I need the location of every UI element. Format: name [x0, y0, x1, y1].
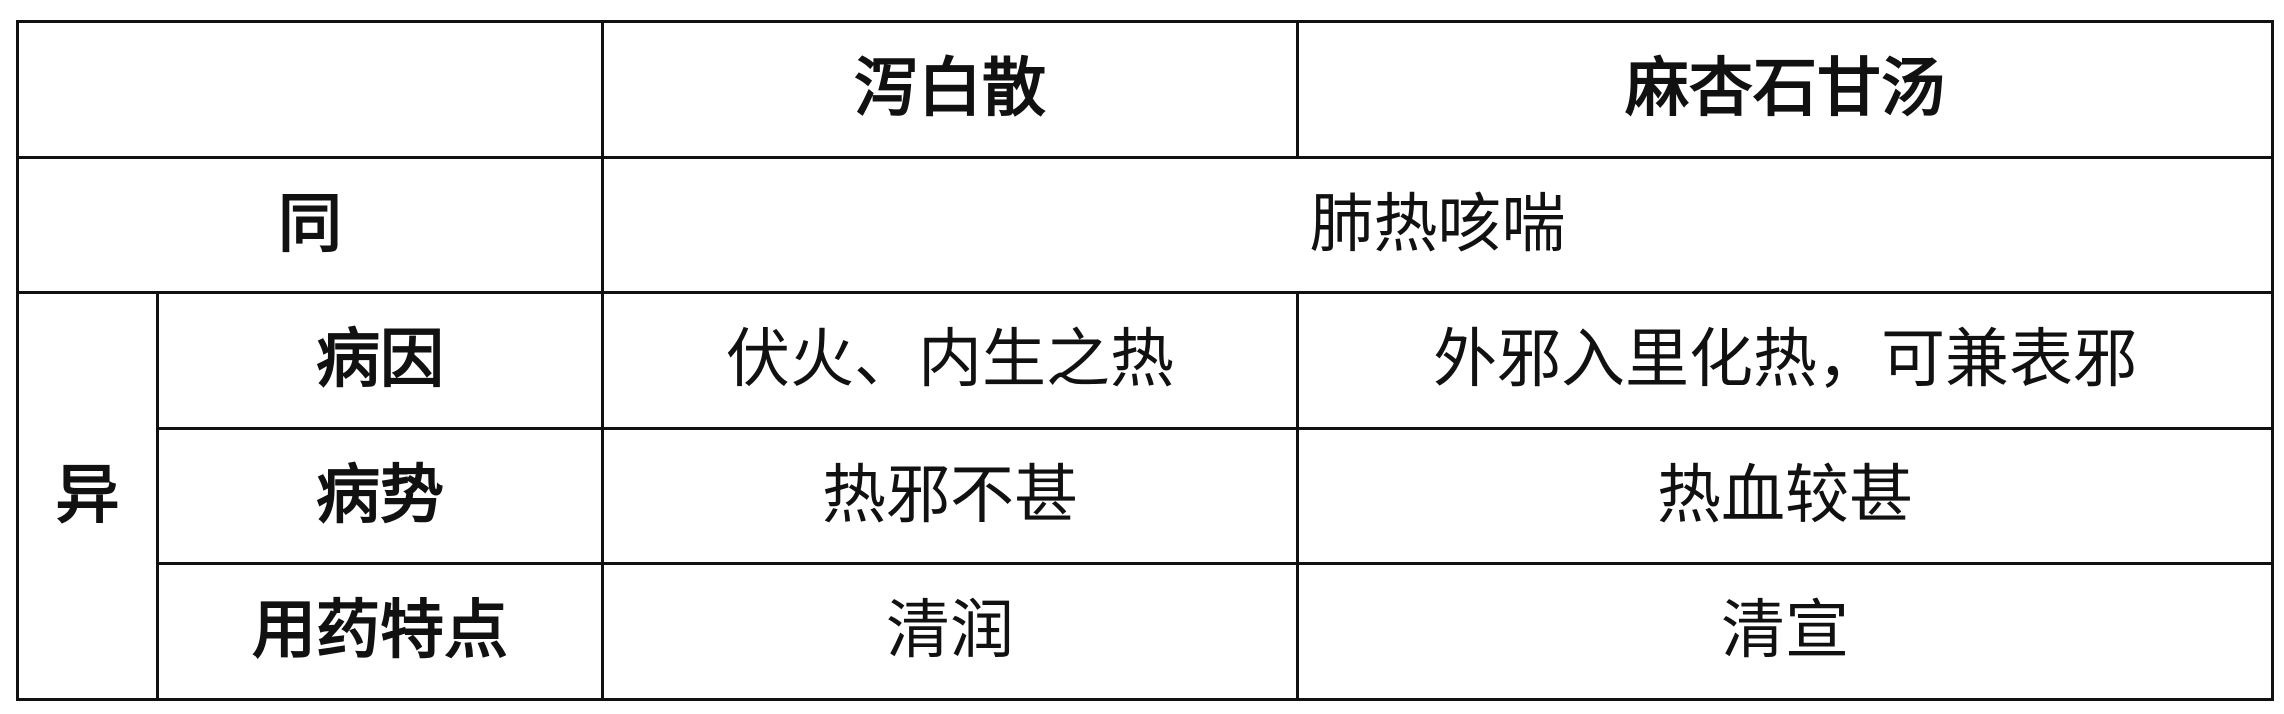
diff-row-label: 病势 — [156, 426, 604, 566]
diff-cell-maxingshigantang: 热血较甚 — [1296, 426, 2274, 566]
diff-cell-maxingshigantang: 清宣 — [1296, 562, 2274, 701]
diff-row-label: 用药特点 — [156, 562, 604, 701]
diff-row-cause: 异 病因 伏火、内生之热 外邪入里化热，可兼表邪 — [16, 291, 2274, 701]
same-label: 同 — [16, 155, 604, 295]
diff-cell-xiebaisan: 清润 — [601, 562, 1299, 701]
same-value: 肺热咳喘 — [601, 155, 2274, 295]
same-row: 同 肺热咳喘 — [16, 155, 2274, 295]
diff-cell-maxingshigantang: 外邪入里化热，可兼表邪 — [1296, 291, 2274, 430]
header-corner-cell — [16, 20, 604, 159]
header-row: 泻白散 麻杏石甘汤 — [16, 20, 2274, 159]
formula-comparison-table: 泻白散 麻杏石甘汤 同 肺热咳喘 异 病因 伏火、内生之热 外邪入里化热，可兼表… — [16, 20, 2274, 701]
diff-cell-xiebaisan: 伏火、内生之热 — [601, 291, 1299, 430]
diff-row-label: 病因 — [156, 291, 604, 430]
diff-row-trend: 病势 热邪不甚 热血较甚 — [18, 426, 2274, 566]
header-xiebaisan: 泻白散 — [601, 20, 1299, 159]
header-maxingshigantang: 麻杏石甘汤 — [1296, 20, 2274, 159]
diff-cell-xiebaisan: 热邪不甚 — [601, 426, 1299, 566]
diff-row-medication: 用药特点 清润 清宣 — [18, 562, 2274, 701]
diff-label: 异 — [16, 291, 159, 701]
